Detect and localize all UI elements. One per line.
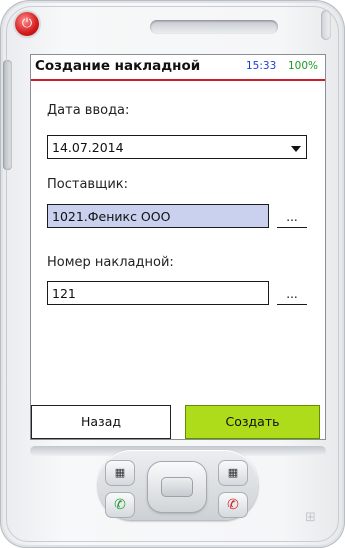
back-button[interactable]: Назад [31, 405, 171, 439]
power-icon[interactable]: ⏻ [15, 12, 39, 36]
supplier-label: Поставщик: [47, 177, 129, 192]
date-dropdown[interactable]: 14.07.2014 [47, 135, 307, 159]
device-screen: Создание накладной 15:33 100% Дата ввода… [30, 54, 326, 440]
battery-level: 100% [288, 60, 319, 72]
supplier-value: 1021.Феникс ООО [52, 209, 171, 224]
title-bar: Создание накладной 15:33 100% [31, 55, 325, 81]
windows-logo-icon: ⊞ [305, 510, 316, 525]
right-softkey-icon[interactable]: ▦ [218, 460, 248, 486]
page-title: Создание накладной [35, 58, 201, 74]
invoice-number-label: Номер накладной: [47, 255, 174, 270]
side-button [3, 60, 12, 170]
chevron-down-icon[interactable] [291, 146, 301, 152]
date-value: 14.07.2014 [52, 140, 124, 155]
date-label: Дата ввода: [47, 103, 130, 118]
create-button[interactable]: Создать [185, 405, 320, 439]
supplier-browse-button[interactable]: ... [277, 204, 307, 228]
invoice-browse-button[interactable]: ... [277, 281, 307, 305]
invoice-number-field[interactable]: 121 [47, 281, 269, 305]
supplier-field[interactable]: 1021.Феникс ООО [47, 204, 269, 228]
dpad-center-button[interactable] [161, 477, 193, 497]
end-call-icon[interactable]: ✆ [218, 492, 248, 518]
invoice-number-value: 121 [52, 286, 76, 301]
left-softkey-icon[interactable]: ▦ [105, 460, 135, 486]
clock: 15:33 [246, 60, 277, 72]
pda-device: ⏻ Создание накладной 15:33 100% Дата вво… [0, 0, 345, 548]
speaker-grille [150, 20, 278, 34]
call-icon[interactable]: ✆ [105, 492, 135, 518]
stylus-slot [321, 10, 331, 40]
